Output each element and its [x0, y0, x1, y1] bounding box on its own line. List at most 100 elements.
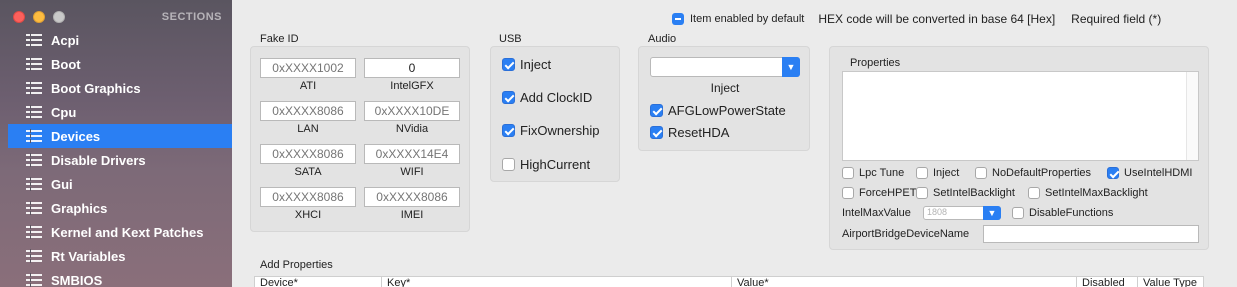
- checkbox-label: FixOwnership: [520, 123, 600, 138]
- column-header-value-type[interactable]: Value Type: [1138, 277, 1203, 287]
- fake-id-nvidia-field[interactable]: [364, 101, 460, 121]
- sidebar-item-label: Disable Drivers: [51, 152, 146, 168]
- forcehpet-checkbox[interactable]: ForceHPET: [842, 187, 916, 199]
- list-icon: [26, 201, 42, 215]
- intelmaxvalue-label: IntelMaxValue: [842, 207, 911, 219]
- sidebar-item-cpu[interactable]: Cpu: [8, 100, 232, 124]
- checkbox-label: UseIntelHDMI: [1124, 167, 1193, 179]
- fake-id-xhci-field[interactable]: [260, 187, 356, 207]
- audio-title: Audio: [648, 33, 677, 45]
- checkbox-unchecked-icon: [842, 187, 854, 199]
- fake-id-imei-field[interactable]: [364, 187, 460, 207]
- enabled-default-indicator-icon: [672, 13, 684, 25]
- checkbox-label: ResetHDA: [668, 125, 730, 140]
- checkbox-unchecked-icon: [916, 187, 928, 199]
- checkbox-label: SetIntelMaxBacklight: [1045, 187, 1148, 199]
- fake-id-sata-field[interactable]: [260, 144, 356, 164]
- checkbox-checked-icon: [1107, 167, 1119, 179]
- usb-highcurrent-checkbox[interactable]: HighCurrent: [502, 157, 590, 172]
- checkbox-label: HighCurrent: [520, 157, 591, 172]
- sidebar-item-disable-drivers[interactable]: Disable Drivers: [8, 148, 232, 172]
- sidebar-item-label: SMBIOS: [51, 272, 103, 287]
- airport-bridge-field[interactable]: [983, 225, 1199, 243]
- hex-note: HEX code will be converted in base 64 [H…: [818, 12, 1056, 26]
- checkbox-label: AFGLowPowerState: [668, 103, 786, 118]
- sidebar-item-kernel-kext-patches[interactable]: Kernel and Kext Patches: [8, 220, 232, 244]
- checkbox-unchecked-icon: [502, 158, 515, 171]
- fake-id-lan-field[interactable]: [260, 101, 356, 121]
- sidebar-item-gui[interactable]: Gui: [8, 172, 232, 196]
- checkbox-unchecked-icon: [916, 167, 928, 179]
- sidebar-item-label: Devices: [51, 128, 101, 144]
- sidebar-item-acpi[interactable]: Acpi: [8, 28, 232, 52]
- intelmaxvalue-value: 1808: [927, 207, 948, 217]
- checkbox-label: Lpc Tune: [859, 167, 905, 179]
- sidebar-item-smbios[interactable]: SMBIOS: [8, 268, 232, 287]
- minimize-window-button[interactable]: [33, 11, 45, 23]
- intelmaxvalue-combo[interactable]: 1808 ▼: [923, 206, 1001, 220]
- properties-textarea[interactable]: [842, 71, 1199, 161]
- properties-group: Properties Lpc Tune Inject NoDefaultProp…: [829, 46, 1209, 250]
- audio-resethda-checkbox[interactable]: ResetHDA: [650, 125, 729, 140]
- checkbox-label: ForceHPET: [859, 187, 917, 199]
- usb-fixownership-checkbox[interactable]: FixOwnership: [502, 123, 599, 138]
- useintelhdmi-checkbox[interactable]: UseIntelHDMI: [1107, 167, 1192, 179]
- usb-title: USB: [499, 33, 522, 45]
- column-header-value[interactable]: Value*: [732, 277, 1077, 287]
- add-properties-table-header: Device* Key* Value* Disabled Value Type: [254, 276, 1204, 287]
- sidebar-item-label: Boot: [51, 56, 81, 72]
- list-icon: [26, 153, 42, 167]
- default-legend: Item enabled by default: [690, 13, 805, 25]
- checkbox-label: SetIntelBacklight: [933, 187, 1015, 199]
- setintelmaxbacklight-checkbox[interactable]: SetIntelMaxBacklight: [1028, 187, 1148, 199]
- fake-id-wifi-field[interactable]: [364, 144, 460, 164]
- usb-add-clockid-checkbox[interactable]: Add ClockID: [502, 90, 592, 105]
- usb-inject-checkbox[interactable]: Inject: [502, 57, 551, 72]
- zoom-window-button[interactable]: [53, 11, 65, 23]
- sidebar-item-label: Boot Graphics: [51, 80, 141, 96]
- sidebar-item-label: Acpi: [51, 32, 80, 48]
- close-window-button[interactable]: [13, 11, 25, 23]
- audio-afglowpowerstate-checkbox[interactable]: AFGLowPowerState: [650, 103, 786, 118]
- audio-inject-dropdown[interactable]: ▼: [650, 57, 800, 77]
- sidebar-item-rt-variables[interactable]: Rt Variables: [8, 244, 232, 268]
- scrollbar[interactable]: [1186, 72, 1198, 160]
- fake-id-lan-label: LAN: [297, 123, 319, 135]
- checkbox-label: Inject: [520, 57, 552, 72]
- column-header-key[interactable]: Key*: [382, 277, 732, 287]
- fake-id-wifi-label: WIFI: [400, 166, 424, 178]
- checkbox-label: Add ClockID: [520, 90, 593, 105]
- sidebar: SECTIONS Acpi Boot Boot Graphics Cpu Dev…: [0, 0, 232, 287]
- checkbox-label: NoDefaultProperties: [992, 167, 1092, 179]
- list-icon: [26, 129, 42, 143]
- setintelbacklight-checkbox[interactable]: SetIntelBacklight: [916, 187, 1015, 199]
- nodefaultproperties-checkbox[interactable]: NoDefaultProperties: [975, 167, 1091, 179]
- column-header-disabled[interactable]: Disabled: [1077, 277, 1138, 287]
- airport-bridge-label: AirportBridgeDeviceName: [842, 228, 970, 240]
- sidebar-item-boot[interactable]: Boot: [8, 52, 232, 76]
- checkbox-label: Inject: [933, 167, 960, 179]
- list-icon: [26, 33, 42, 47]
- sidebar-item-label: Gui: [51, 176, 73, 192]
- sidebar-item-label: Graphics: [51, 200, 108, 216]
- lpc-tune-checkbox[interactable]: Lpc Tune: [842, 167, 904, 179]
- disablefunctions-checkbox[interactable]: DisableFunctions: [1012, 207, 1113, 219]
- column-header-device[interactable]: Device*: [255, 277, 382, 287]
- fake-id-ati-field[interactable]: [260, 58, 356, 78]
- sidebar-item-devices[interactable]: Devices: [8, 124, 232, 148]
- list-icon: [26, 249, 42, 263]
- fake-id-intelgfx-field[interactable]: 0: [364, 58, 460, 78]
- list-icon: [26, 177, 42, 191]
- audio-inject-label: Inject: [710, 81, 740, 95]
- properties-inject-checkbox[interactable]: Inject: [916, 167, 959, 179]
- list-icon: [26, 225, 42, 239]
- checkbox-unchecked-icon: [975, 167, 987, 179]
- sidebar-item-graphics[interactable]: Graphics: [8, 196, 232, 220]
- chevron-down-icon: ▼: [983, 206, 1001, 220]
- add-properties-title: Add Properties: [260, 259, 333, 271]
- section-list: Acpi Boot Boot Graphics Cpu Devices Disa…: [8, 28, 232, 287]
- checkbox-checked-icon: [650, 104, 663, 117]
- sidebar-item-boot-graphics[interactable]: Boot Graphics: [8, 76, 232, 100]
- fake-id-imei-label: IMEI: [400, 209, 424, 221]
- sidebar-item-label: Cpu: [51, 104, 77, 120]
